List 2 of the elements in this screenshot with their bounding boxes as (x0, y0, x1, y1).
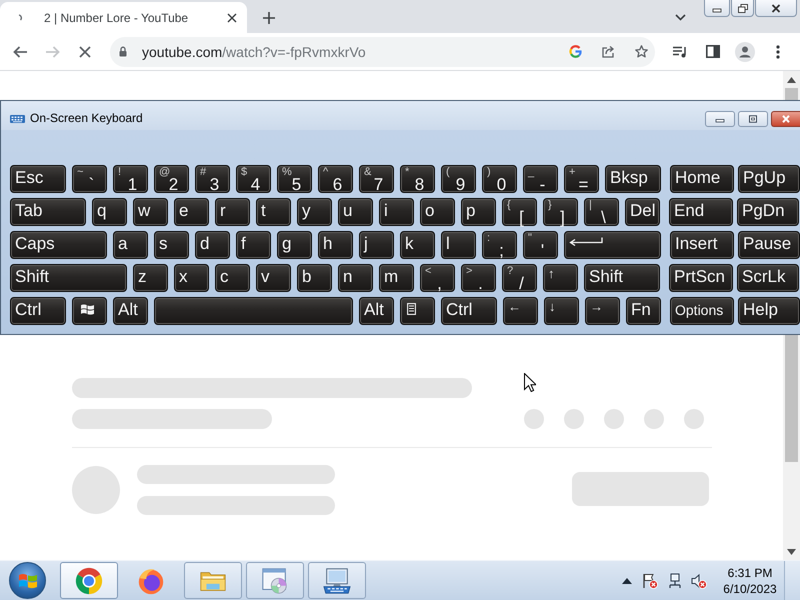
url-text: youtube.com/watch?v=-fpRvmxkrVo (142, 44, 367, 60)
window-title: On-Screen Keyboard (30, 111, 143, 125)
